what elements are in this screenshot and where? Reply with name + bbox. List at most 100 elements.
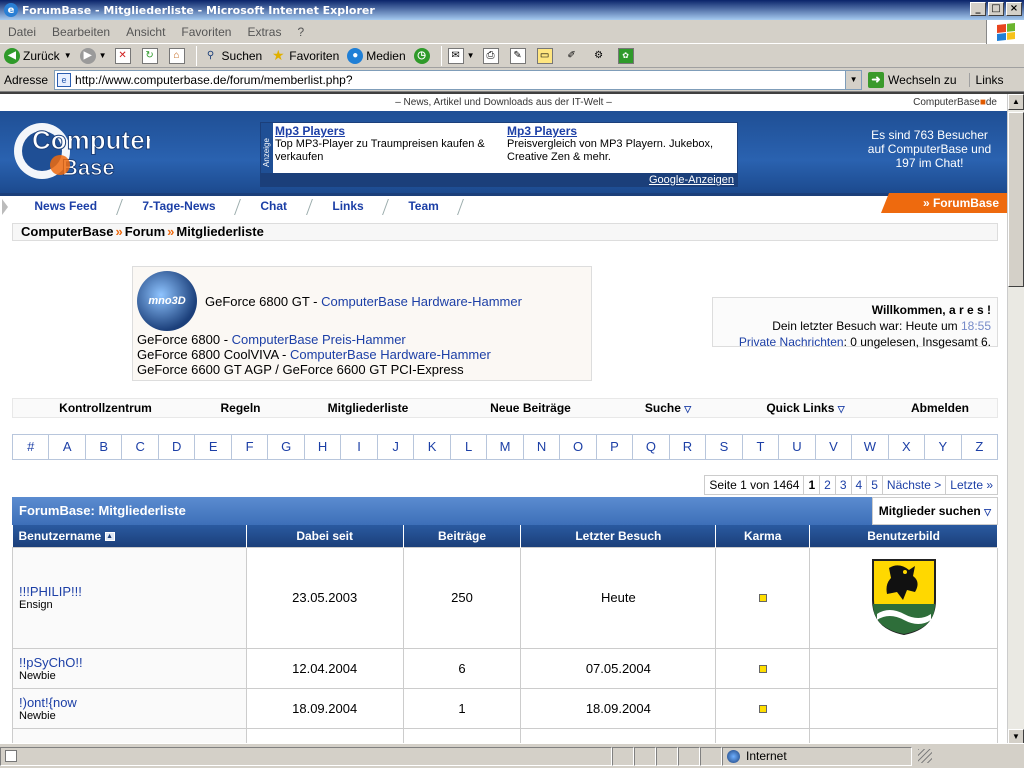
breadcrumb-computerbase[interactable]: ComputerBase (21, 224, 113, 239)
search-button[interactable]: ⚲ Suchen (203, 48, 262, 64)
letter-filter-j[interactable]: J (378, 435, 415, 459)
ctrl-neue-beitraege[interactable]: Neue Beiträge (453, 401, 608, 415)
letter-filter-c[interactable]: C (122, 435, 159, 459)
icq-lite-button[interactable]: ✿ (617, 47, 637, 64)
promo-link-2[interactable]: ComputerBase Preis-Hammer (232, 332, 406, 347)
vertical-scrollbar[interactable]: ▲ ▼ (1007, 94, 1024, 743)
ctrl-abmelden[interactable]: Abmelden (883, 401, 997, 415)
google-ads-link[interactable]: Google-Anzeigen (260, 173, 738, 187)
close-button[interactable]: × (1006, 2, 1022, 16)
page-link-5[interactable]: 5 (871, 478, 878, 492)
letter-filter-d[interactable]: D (159, 435, 196, 459)
letter-filter-k[interactable]: K (414, 435, 451, 459)
history-button[interactable]: ◷ (413, 47, 433, 64)
menu-extras[interactable]: Extras (247, 25, 281, 39)
favorites-button[interactable]: ★ Favoriten (270, 47, 339, 64)
ctrl-kontrollzentrum[interactable]: Kontrollzentrum (13, 401, 198, 415)
letter-filter-x[interactable]: X (889, 435, 926, 459)
mail-button[interactable]: ✉ ▼ (447, 47, 475, 64)
ctrl-quick-links[interactable]: Quick Links ▽ (728, 401, 883, 415)
page-link-2[interactable]: 2 (824, 478, 831, 492)
ad-title-1[interactable]: Mp3 Players (275, 125, 507, 138)
scroll-up-icon[interactable]: ▲ (1008, 94, 1024, 110)
maximize-button[interactable]: □ (988, 2, 1004, 16)
home-button[interactable]: ⌂ (168, 47, 188, 64)
member-name-link[interactable]: !)ont!{now (19, 695, 246, 710)
col-letzter-besuch[interactable]: Letzter Besuch (520, 525, 717, 547)
member-name-link[interactable]: !!!PHILIP!!! (19, 584, 246, 599)
menu-ansicht[interactable]: Ansicht (126, 25, 165, 39)
ad-item-1[interactable]: Mp3 Players Top MP3-Player zu Traumpreis… (275, 125, 507, 164)
address-input[interactable]: e http://www.computerbase.de/forum/membe… (54, 69, 863, 90)
minimize-button[interactable]: _ (970, 2, 986, 16)
col-dabei-seit[interactable]: Dabei seit (246, 525, 404, 547)
letter-filter-w[interactable]: W (852, 435, 889, 459)
letter-filter-q[interactable]: Q (633, 435, 670, 459)
mno3d-logo[interactable]: mno3D (137, 271, 197, 331)
go-button[interactable]: ➜ Wechseln zu (868, 71, 957, 88)
letter-filter-a[interactable]: A (49, 435, 86, 459)
letter-filter-i[interactable]: I (341, 435, 378, 459)
promo-link-3[interactable]: ComputerBase Hardware-Hammer (290, 347, 491, 362)
letter-filter-g[interactable]: G (268, 435, 305, 459)
links-button[interactable]: Links (968, 72, 1004, 87)
letter-filter-u[interactable]: U (779, 435, 816, 459)
print-button[interactable]: ⎙ (482, 47, 502, 64)
letter-filter-e[interactable]: E (195, 435, 232, 459)
letter-filter-hash[interactable]: # (13, 435, 50, 459)
ad-item-2[interactable]: Mp3 Players Preisvergleich von MP3 Playe… (507, 125, 735, 164)
letter-filter-v[interactable]: V (816, 435, 853, 459)
col-benutzername[interactable]: Benutzername ▲ (12, 525, 247, 547)
col-beitraege[interactable]: Beiträge (403, 525, 522, 547)
letter-filter-y[interactable]: Y (925, 435, 962, 459)
ad-title-2[interactable]: Mp3 Players (507, 125, 735, 138)
research-button[interactable]: ✐ (564, 48, 583, 64)
letter-filter-z[interactable]: Z (962, 435, 997, 459)
forward-button[interactable]: ▶ ▼ (79, 47, 107, 64)
section-tab-forumbase[interactable]: » ForumBase (881, 193, 1007, 213)
letter-filter-l[interactable]: L (451, 435, 488, 459)
computerbase-logo[interactable]: Computer Base (10, 115, 150, 187)
letter-filter-f[interactable]: F (232, 435, 269, 459)
media-button[interactable]: ● Medien (347, 47, 406, 64)
col-karma[interactable]: Karma (715, 525, 811, 547)
letter-filter-r[interactable]: R (670, 435, 707, 459)
menu-favoriten[interactable]: Favoriten (181, 25, 231, 39)
scroll-down-icon[interactable]: ▼ (1008, 729, 1024, 743)
edit-button[interactable]: ✎ (509, 47, 529, 64)
menu-help[interactable]: ? (297, 25, 304, 39)
ctrl-suche[interactable]: Suche ▽ (608, 401, 728, 415)
back-button[interactable]: ◀ Zurück ▼ (4, 47, 72, 64)
messenger-button[interactable]: ⚙ (591, 48, 610, 64)
nav-chat[interactable]: Chat (234, 199, 313, 215)
letter-filter-m[interactable]: M (487, 435, 524, 459)
refresh-button[interactable]: ↻ (141, 47, 161, 64)
page-link-4[interactable]: 4 (856, 478, 863, 492)
stop-button[interactable]: ✕ (114, 47, 134, 64)
nav-team[interactable]: Team (382, 199, 465, 215)
resize-grip-icon[interactable] (918, 749, 932, 763)
page-next[interactable]: Nächste > (887, 478, 941, 492)
nav-7-tage-news[interactable]: 7-Tage-News (116, 199, 241, 215)
search-members-button[interactable]: Mitglieder suchen ▽ (871, 497, 998, 525)
letter-filter-b[interactable]: B (86, 435, 123, 459)
letter-filter-p[interactable]: P (597, 435, 634, 459)
discuss-button[interactable]: ▭ (536, 47, 556, 64)
letter-filter-s[interactable]: S (706, 435, 743, 459)
address-url[interactable]: http://www.computerbase.de/forum/memberl… (75, 73, 352, 87)
forward-dropdown-icon[interactable]: ▼ (99, 51, 107, 60)
letter-filter-n[interactable]: N (524, 435, 561, 459)
promo-link-1[interactable]: ComputerBase Hardware-Hammer (321, 294, 522, 309)
menu-datei[interactable]: Datei (8, 25, 36, 39)
letter-filter-h[interactable]: H (305, 435, 342, 459)
sort-ascending-icon[interactable]: ▲ (104, 532, 115, 542)
menu-bearbeiten[interactable]: Bearbeiten (52, 25, 110, 39)
letter-filter-t[interactable]: T (743, 435, 780, 459)
ctrl-mitgliederliste[interactable]: Mitgliederliste (283, 401, 453, 415)
address-dropdown-icon[interactable]: ▼ (845, 70, 862, 89)
private-messages-link[interactable]: Private Nachrichten (739, 335, 844, 349)
nav-news-feed[interactable]: News Feed (9, 199, 123, 215)
page-link-3[interactable]: 3 (840, 478, 847, 492)
mail-dropdown-icon[interactable]: ▼ (467, 51, 475, 60)
page-last[interactable]: Letzte » (950, 478, 993, 492)
